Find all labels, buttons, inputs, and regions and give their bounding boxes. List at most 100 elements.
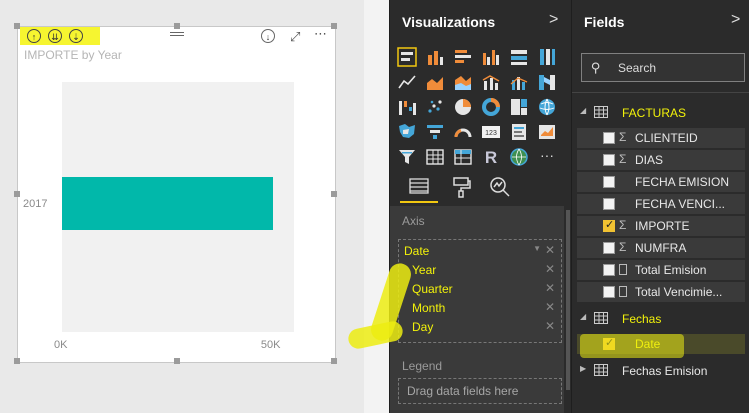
multirow-card-icon[interactable]: [509, 122, 529, 142]
resize-handle[interactable]: [174, 358, 180, 364]
drag-grip-icon[interactable]: [170, 32, 184, 33]
field-total-vencimie[interactable]: Total Vencimie...: [577, 282, 745, 302]
analytics-tab-icon[interactable]: [489, 176, 511, 198]
fields-list: ◢ FACTURAS Σ CLIENTEID Σ DIAS FECHA EMISION FEC…: [572, 97, 749, 413]
category-label-2017: 2017: [23, 198, 48, 210]
slicer-icon[interactable]: [397, 147, 417, 167]
axis-field-date[interactable]: Date ▼ ✕: [399, 242, 561, 261]
unchecked-checkbox[interactable]: [603, 198, 615, 210]
field-fecha-emision[interactable]: FECHA EMISION: [577, 172, 745, 192]
field-total-emision[interactable]: Total Emision: [577, 260, 745, 280]
expand-all-icon[interactable]: ⇊: [48, 29, 62, 43]
svg-text:123: 123: [485, 130, 497, 137]
r-visual-icon[interactable]: R: [481, 147, 501, 167]
unchecked-checkbox[interactable]: [603, 264, 615, 276]
filled-map-icon[interactable]: [397, 122, 417, 142]
scrollbar-thumb[interactable]: [566, 210, 570, 390]
field-importe[interactable]: Σ IMPORTE: [577, 216, 745, 236]
more-options-icon[interactable]: ⋯: [314, 26, 327, 42]
resize-handle[interactable]: [331, 358, 337, 364]
fields-search-input[interactable]: ⚲ Search: [581, 53, 745, 82]
axis-level-month[interactable]: Month ✕: [399, 299, 561, 318]
table-fechas-emision[interactable]: ▶ Fechas Emision: [572, 360, 749, 382]
axis-level-quarter[interactable]: Quarter ✕: [399, 280, 561, 299]
resize-handle[interactable]: [331, 23, 337, 29]
fields-tab-icon[interactable]: [408, 176, 430, 198]
line-clustered-icon[interactable]: [509, 72, 529, 92]
globe-icon[interactable]: [509, 147, 529, 167]
remove-level-icon[interactable]: ✕: [545, 319, 555, 333]
table-fechas[interactable]: ◢ Fechas: [572, 308, 749, 330]
expanded-chevron-icon[interactable]: ◢: [580, 106, 586, 115]
stacked-column-icon[interactable]: [425, 47, 445, 67]
axis-field-name: Date: [404, 244, 430, 258]
field-clienteid[interactable]: Σ CLIENTEID: [577, 128, 745, 148]
more-icon[interactable]: ···: [537, 147, 557, 167]
matrix-icon[interactable]: [453, 147, 473, 167]
resize-handle[interactable]: [174, 23, 180, 29]
clustered-column-icon[interactable]: [481, 47, 501, 67]
100-column-icon[interactable]: [537, 47, 557, 67]
drill-down-icon[interactable]: ⇣: [69, 29, 83, 43]
area-chart-icon[interactable]: [425, 72, 445, 92]
table-facturas[interactable]: ◢ FACTURAS: [572, 102, 749, 124]
resize-handle[interactable]: [14, 23, 20, 29]
waterfall-icon[interactable]: [397, 97, 417, 117]
line-chart-icon[interactable]: [397, 72, 417, 92]
legend-well[interactable]: Drag data fields here: [398, 378, 562, 404]
donut-icon[interactable]: [481, 97, 501, 117]
x-tick-0k: 0K: [54, 339, 68, 351]
field-dias[interactable]: Σ DIAS: [577, 150, 745, 170]
kpi-icon[interactable]: [537, 122, 557, 142]
field-numfra[interactable]: Σ NUMFRA: [577, 238, 745, 258]
focus-mode-icon[interactable]: ↓: [261, 29, 275, 43]
dropdown-icon[interactable]: ▼: [533, 244, 541, 253]
drill-up-icon[interactable]: ↑: [27, 29, 41, 43]
pie-icon[interactable]: [453, 97, 473, 117]
resize-handle[interactable]: [331, 191, 337, 197]
stacked-area-icon[interactable]: [453, 72, 473, 92]
bar-2017[interactable]: [62, 177, 273, 230]
clustered-bar-icon[interactable]: [453, 47, 473, 67]
axis-well[interactable]: Date ▼ ✕ Year ✕ Quarter ✕ Month ✕ Day ✕: [398, 239, 562, 343]
x-tick-50k: 50K: [260, 339, 281, 351]
ribbon-chart-icon[interactable]: [537, 72, 557, 92]
format-tab-icon[interactable]: [450, 176, 472, 198]
field-name: NUMFRA: [635, 241, 687, 255]
line-column-icon[interactable]: [481, 72, 501, 92]
remove-level-icon[interactable]: ✕: [545, 262, 555, 276]
unchecked-checkbox[interactable]: [603, 132, 615, 144]
card-icon[interactable]: 123: [481, 122, 501, 142]
remove-level-icon[interactable]: ✕: [545, 281, 555, 295]
field-fecha-venci[interactable]: FECHA VENCI...: [577, 194, 745, 214]
unchecked-checkbox[interactable]: [603, 286, 615, 298]
bar-chart-visual[interactable]: ↑ ⇊ ⇣ ↓ ⤢ ⋯ IMPORTE by Year 2017 0K 50K: [14, 23, 337, 364]
checked-checkbox[interactable]: [603, 218, 615, 232]
scatter-icon[interactable]: [425, 97, 445, 117]
axis-level-year[interactable]: Year ✕: [399, 261, 561, 280]
remove-field-icon[interactable]: ✕: [545, 243, 555, 257]
treemap-icon[interactable]: [509, 97, 529, 117]
sum-icon: Σ: [619, 152, 627, 166]
collapsed-chevron-icon[interactable]: ▶: [580, 364, 586, 373]
table-icon[interactable]: [425, 147, 445, 167]
collapse-visualizations-button[interactable]: >: [549, 11, 558, 29]
gauge-icon[interactable]: [453, 122, 473, 142]
remove-level-icon[interactable]: ✕: [545, 300, 555, 314]
100-bar-icon[interactable]: [509, 47, 529, 67]
map-icon[interactable]: [537, 97, 557, 117]
unchecked-checkbox[interactable]: [603, 176, 615, 188]
resize-handle[interactable]: [14, 191, 20, 197]
expanded-chevron-icon[interactable]: ◢: [580, 312, 586, 321]
axis-level-day[interactable]: Day ✕: [399, 318, 561, 337]
axis-level-name: Year: [412, 263, 437, 277]
legend-label: Legend: [402, 359, 443, 373]
axis-label: Axis: [402, 214, 425, 228]
resize-handle[interactable]: [14, 358, 20, 364]
stacked-bar-icon[interactable]: [397, 47, 417, 67]
unchecked-checkbox[interactable]: [603, 154, 615, 166]
expand-icon[interactable]: ⤢: [290, 29, 300, 45]
collapse-fields-button[interactable]: >: [731, 11, 740, 29]
funnel-icon[interactable]: [425, 122, 445, 142]
unchecked-checkbox[interactable]: [603, 242, 615, 254]
